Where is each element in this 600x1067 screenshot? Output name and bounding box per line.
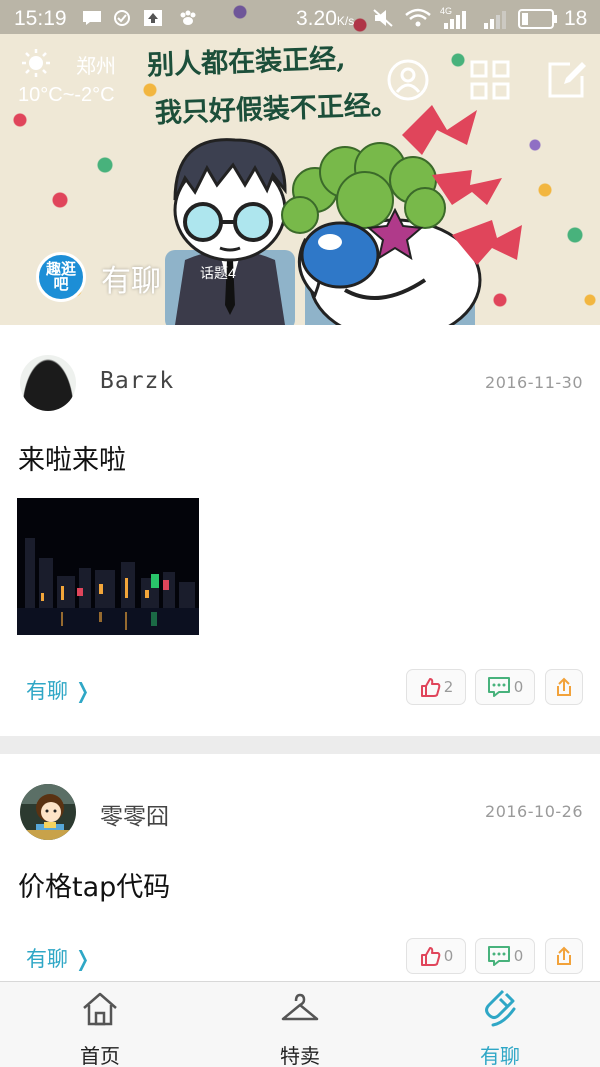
post-card[interactable]: Barzk 2016-11-30 来啦来啦 有聊 ❭ 2 0: [0, 325, 600, 736]
slogan-line-1: 别人都在装正经,: [146, 43, 347, 82]
nav-chat[interactable]: 有聊: [400, 982, 600, 1067]
banner-slogan: 别人都在装正经, 我只好假装不正经。: [146, 34, 399, 139]
post-content: 来啦来啦: [18, 445, 126, 476]
post-date: 2016-10-26: [485, 802, 583, 821]
circle-name: 有聊: [101, 265, 161, 298]
speed-value: 3.20: [296, 7, 337, 30]
nav-sale-label: 特卖: [280, 1044, 320, 1067]
signal-2-icon: [484, 11, 506, 29]
magnet-icon: [485, 989, 516, 1027]
author-name[interactable]: Barzk: [100, 368, 174, 394]
post-card[interactable]: 零零囧 2016-10-26 价格tap代码 有聊 ❭ 0 0: [0, 754, 600, 981]
sun-icon: [22, 49, 50, 77]
author-name[interactable]: 零零囧: [100, 797, 169, 831]
share-button[interactable]: [545, 938, 583, 974]
nav-sale[interactable]: 特卖: [200, 982, 400, 1067]
battery-level: 18: [564, 7, 588, 30]
circle-link[interactable]: 有聊 ❭: [26, 943, 91, 973]
wifi-icon: [405, 8, 431, 27]
message-icon: [83, 11, 101, 25]
like-button[interactable]: 2: [406, 669, 466, 705]
topic-tag: 话题4: [200, 265, 236, 281]
comment-count: 0: [513, 947, 524, 965]
weather-temperature: 10°C~-2°C: [18, 84, 115, 106]
nav-chat-label: 有聊: [480, 1044, 520, 1067]
share-icon: [557, 677, 571, 696]
post-date: 2016-11-30: [485, 373, 583, 392]
user-profile-icon[interactable]: [386, 58, 430, 102]
battery-icon: [518, 9, 557, 29]
post-image[interactable]: [17, 498, 199, 635]
nav-home-label: 首页: [80, 1044, 120, 1067]
thumbs-up-icon: [420, 947, 441, 966]
weather-city: 郑州: [76, 56, 116, 78]
author-avatar[interactable]: [20, 784, 76, 840]
upload-icon: [144, 10, 162, 26]
slogan-line-2: 我只好假装不正经。: [154, 89, 399, 130]
status-time: 15:19: [14, 7, 67, 30]
comment-button[interactable]: 0: [475, 669, 535, 705]
post-content: 价格tap代码: [18, 872, 171, 903]
share-button[interactable]: [545, 669, 583, 705]
comment-icon: [487, 677, 510, 697]
comment-button[interactable]: 0: [475, 938, 535, 974]
network-speed: 3.20K/s: [296, 7, 354, 31]
paw-icon: [180, 10, 196, 25]
thumbs-up-icon: [420, 678, 441, 697]
like-count: 2: [443, 678, 454, 696]
author-avatar[interactable]: [20, 355, 76, 411]
like-count: 0: [443, 947, 454, 965]
hanger-icon: [281, 993, 319, 1021]
signal-icon: [444, 11, 466, 29]
header-banner: 别人都在装正经, 我只好假装不正经。 15:19 3.20K/s 4G 18 郑…: [0, 0, 600, 325]
nav-home[interactable]: 首页: [0, 982, 200, 1067]
speed-unit: K/s: [336, 14, 355, 28]
home-icon: [83, 992, 117, 1026]
bottom-navigation: 首页 特卖 有聊: [0, 981, 600, 1067]
status-bar: 15:19 3.20K/s 4G 18: [0, 0, 600, 34]
mute-icon: [373, 9, 393, 27]
comment-icon: [487, 946, 510, 966]
lightning-decoration: [402, 105, 522, 265]
share-icon: [557, 946, 571, 965]
circle-logo[interactable]: 趣逛吧: [36, 252, 86, 302]
like-button[interactable]: 0: [406, 938, 466, 974]
circle-link[interactable]: 有聊 ❭: [26, 675, 91, 705]
grid-menu-icon[interactable]: [468, 58, 512, 102]
check-circle-icon: [114, 10, 130, 26]
comment-count: 0: [513, 678, 524, 696]
edit-post-icon[interactable]: [544, 58, 588, 102]
